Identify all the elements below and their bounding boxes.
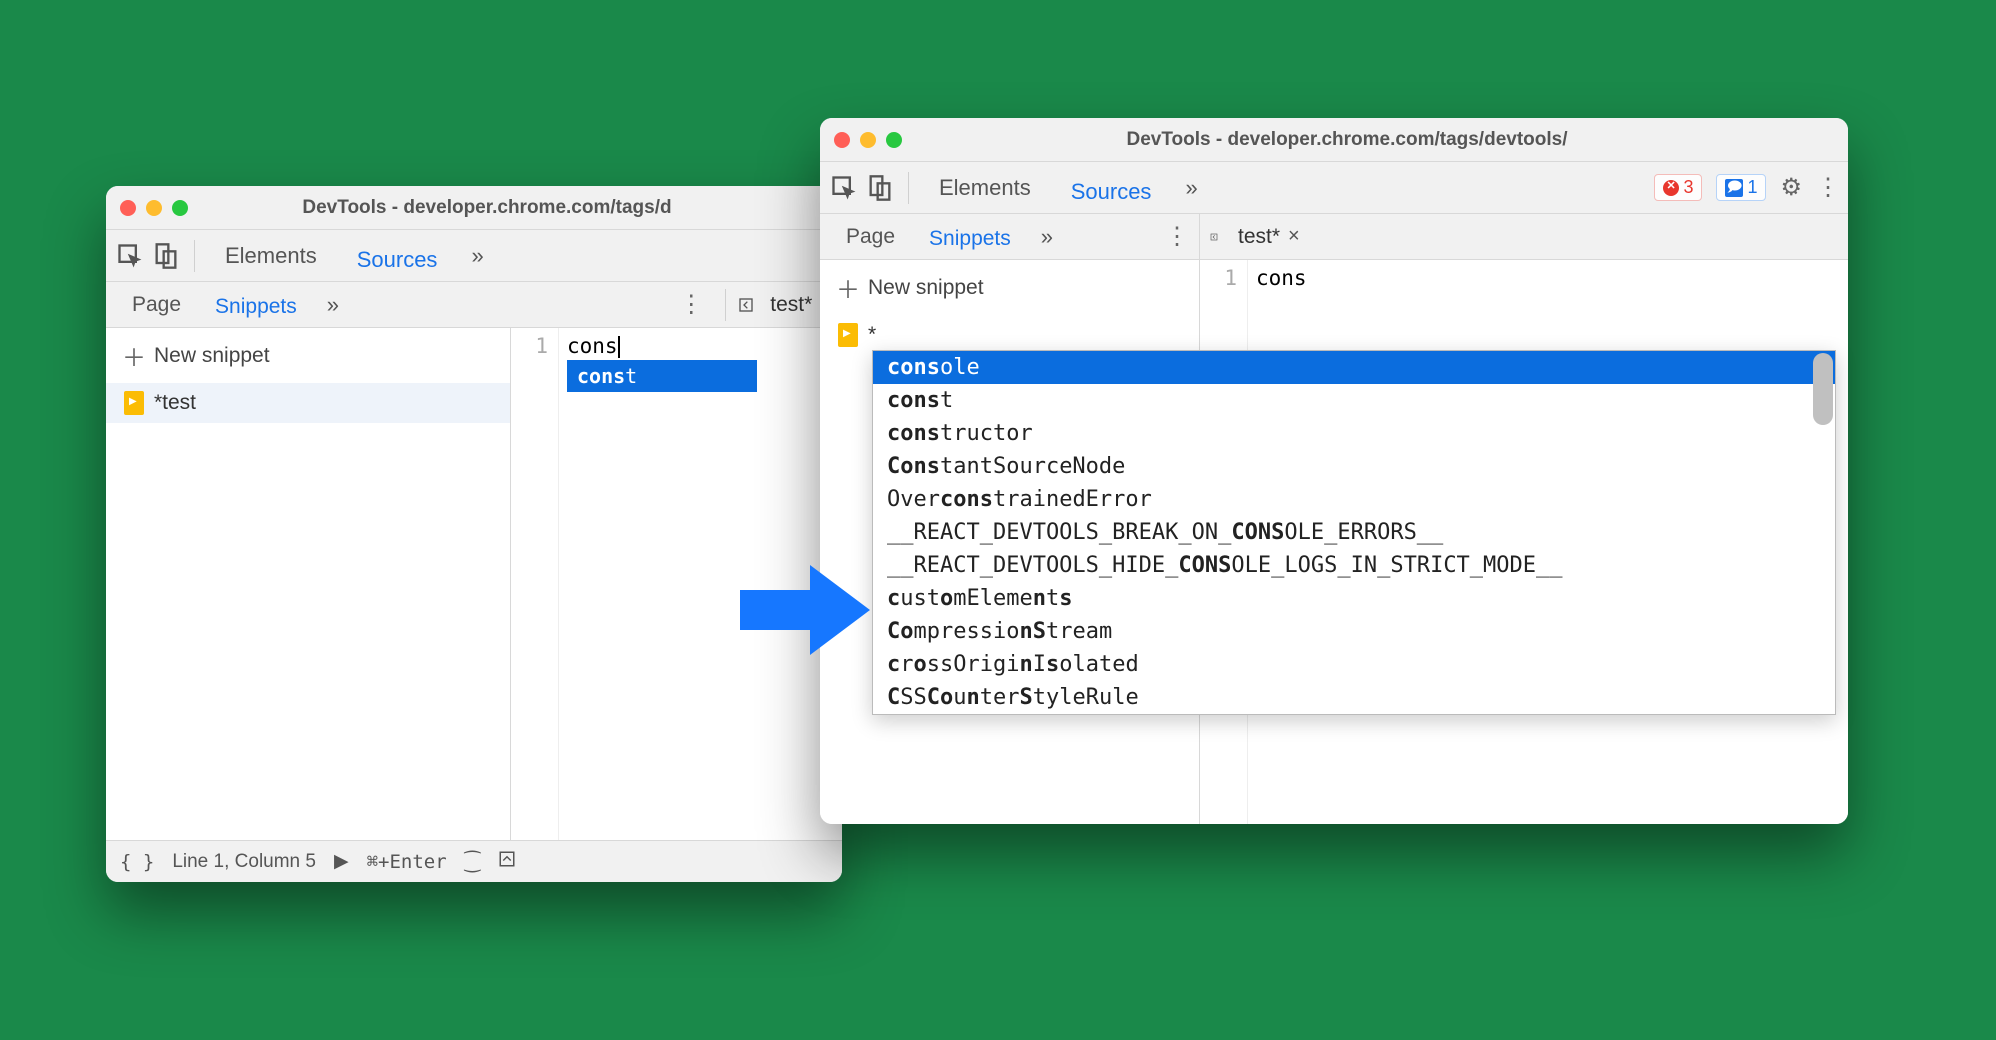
snippet-icon [838,323,858,347]
snippet-icon [124,391,144,415]
devtools-window-1: DevTools - developer.chrome.com/tags/d E… [106,186,842,882]
suggestion-item[interactable]: console [873,351,1835,384]
arrow-icon [740,560,870,660]
suggestion-item[interactable]: __REACT_DEVTOOLS_HIDE_CONSOLE_LOGS_IN_ST… [873,549,1835,582]
code-text: cons [1256,266,1307,290]
snippet-item[interactable]: *test [106,383,510,423]
inspect-icon[interactable] [830,174,858,202]
device-icon[interactable] [152,242,180,270]
new-snippet-label: New snippet [154,344,270,368]
device-icon[interactable] [866,174,894,202]
tab-sources[interactable]: Sources [1055,171,1168,219]
scrollbar-thumb[interactable] [1813,353,1833,425]
tab-elements[interactable]: Elements [923,167,1047,209]
suggestion-rest: t [625,364,637,388]
main-tabbar: Elements Sources » 3 🗩 1 ⚙ ⋮ [820,162,1848,214]
subtab-snippets[interactable]: Snippets [201,289,311,332]
status-bar: { } Line 1, Column 5 ▶ ⌘+Enter ⁐ [106,840,842,882]
info-icon: 🗩 [1725,179,1743,197]
expand-icon[interactable] [498,850,516,874]
kebab-icon[interactable]: ⋮ [661,290,719,319]
suggestion-item[interactable]: customElements [873,582,1835,615]
error-badge[interactable]: 3 [1654,174,1702,201]
subtab-page[interactable]: Page [832,219,909,255]
tab-sources[interactable]: Sources [341,239,454,287]
run-icon[interactable]: ▶ [334,850,349,873]
subtab-snippets[interactable]: Snippets [915,221,1025,264]
plus-icon: ＋ [122,338,146,373]
sources-subbar: Page Snippets » ⋮ test* × [820,214,1848,260]
titlebar[interactable]: DevTools - developer.chrome.com/tags/d [106,186,842,230]
cursor-position: Line 1, Column 5 [172,851,316,873]
collapse-icon[interactable] [732,291,760,319]
file-tab-label: test* [1238,225,1280,249]
tab-elements[interactable]: Elements [209,235,333,277]
code-text: cons [567,334,618,358]
suggestion-item[interactable]: constructor [873,417,1835,450]
new-snippet-label: New snippet [868,276,984,300]
titlebar[interactable]: DevTools - developer.chrome.com/tags/dev… [820,118,1848,162]
code-content[interactable]: cons [559,328,628,840]
main-tabbar: Elements Sources » [106,230,842,282]
snippet-name: *test [154,391,196,415]
autocomplete-popup[interactable]: const [567,360,757,392]
suggestion-item[interactable]: const [873,384,1835,417]
subtab-page[interactable]: Page [118,287,195,323]
close-icon[interactable] [834,132,850,148]
new-snippet-button[interactable]: ＋ New snippet [820,260,1199,315]
line-gutter: 1 [511,328,559,840]
overflow-icon[interactable]: » [317,292,349,318]
error-icon [1663,180,1679,196]
text-cursor [618,336,620,358]
suggestion-match: cons [577,364,625,388]
separator [908,172,909,204]
format-icon[interactable]: { } [120,851,154,873]
gear-icon[interactable]: ⚙ [1780,173,1802,202]
error-count: 3 [1683,177,1693,198]
new-snippet-button[interactable]: ＋ New snippet [106,328,510,383]
autocomplete-popup[interactable]: consoleconstconstructorConstantSourceNod… [872,350,1836,715]
file-tab[interactable]: test* × [1228,221,1310,253]
snippet-name: * [868,323,876,347]
close-icon[interactable]: × [1288,225,1300,248]
suggestion-item[interactable]: CompressionStream [873,615,1835,648]
sources-subbar: Page Snippets » ⋮ test* × [106,282,842,328]
suggestion-item[interactable]: ConstantSourceNode [873,450,1835,483]
run-shortcut: ⌘+Enter [367,851,447,873]
file-tab-label: test* [770,293,812,317]
close-icon[interactable] [120,200,136,216]
suggestion-item[interactable]: __REACT_DEVTOOLS_BREAK_ON_CONSOLE_ERRORS… [873,516,1835,549]
suggestion-item[interactable]: CSSCounterStyleRule [873,681,1835,714]
window-title: DevTools - developer.chrome.com/tags/d [146,197,828,219]
kebab-icon[interactable]: ⋮ [1816,173,1838,202]
plus-icon: ＋ [836,270,860,305]
overflow-icon[interactable]: » [1175,175,1207,201]
separator [725,289,726,321]
info-count: 1 [1747,177,1757,198]
collapse-icon[interactable] [1200,223,1228,251]
suggestion-item[interactable]: crossOriginIsolated [873,648,1835,681]
inspect-icon[interactable] [116,242,144,270]
coverage-icon[interactable]: ⁐ [465,851,480,873]
separator [194,240,195,272]
kebab-icon[interactable]: ⋮ [1165,222,1187,251]
suggestion-item[interactable]: OverconstrainedError [873,483,1835,516]
snippet-item[interactable]: * [820,315,1199,355]
info-badge[interactable]: 🗩 1 [1716,174,1766,201]
overflow-icon[interactable]: » [1031,224,1063,250]
snippets-sidebar: ＋ New snippet *test [106,328,511,840]
window-title: DevTools - developer.chrome.com/tags/dev… [860,129,1834,151]
overflow-icon[interactable]: » [461,243,493,269]
